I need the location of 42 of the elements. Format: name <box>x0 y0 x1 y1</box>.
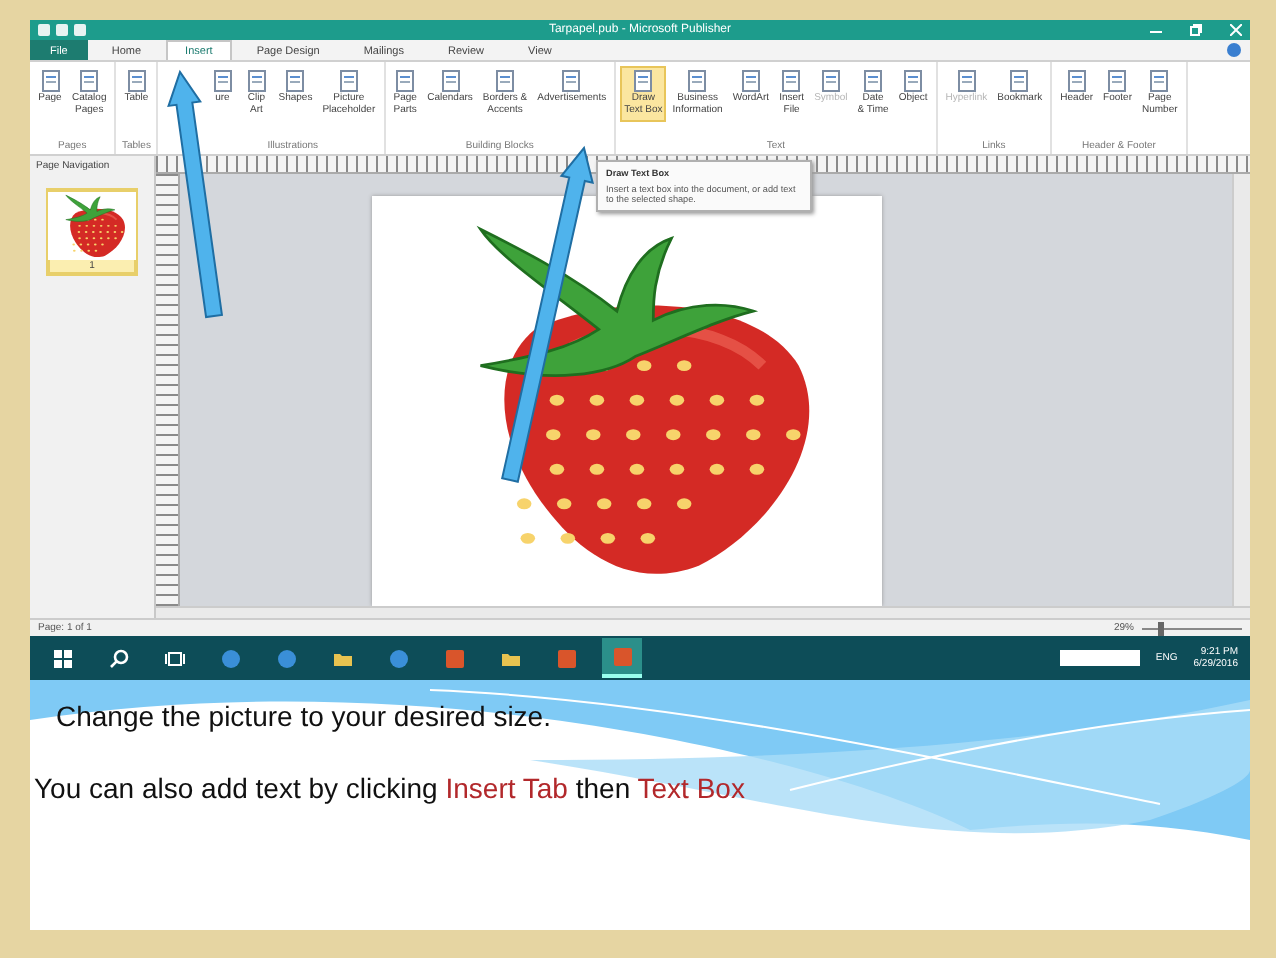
page-icon <box>245 70 268 92</box>
tile-icon <box>555 647 577 669</box>
page-icon <box>862 70 885 92</box>
page-icon <box>902 70 925 92</box>
browser-icon <box>387 647 409 669</box>
page-icon <box>494 70 517 92</box>
page-icon <box>211 70 234 92</box>
page-icon <box>125 70 148 92</box>
instruction-text: You can also add text by clicking Insert Tab then Text Box <box>34 772 747 804</box>
strawberry-drawing <box>65 194 125 257</box>
page-icon <box>439 70 461 92</box>
page-icon <box>955 70 978 92</box>
page-icon <box>394 70 417 92</box>
page-icon <box>39 70 61 92</box>
vertical-scrollbar[interactable] <box>1232 174 1250 606</box>
page-icon <box>632 70 655 92</box>
page-icon <box>739 70 762 92</box>
browser-icon <box>219 647 241 669</box>
search-icon <box>107 647 129 669</box>
page-icon <box>337 70 360 92</box>
page-icon <box>1008 70 1031 92</box>
tile-icon <box>611 645 633 667</box>
page-icon <box>560 70 583 92</box>
help-icon[interactable] <box>1226 42 1242 58</box>
page-icon <box>686 70 709 92</box>
close-icon[interactable] <box>1230 24 1242 36</box>
page-icon <box>1106 70 1129 92</box>
browser-icon <box>275 647 297 669</box>
page-icon <box>284 70 307 92</box>
horizontal-scrollbar[interactable] <box>156 606 1250 618</box>
page-icon <box>819 70 842 92</box>
page-icon <box>780 70 803 92</box>
slider-thumb[interactable] <box>1157 621 1163 635</box>
task-view-icon <box>163 647 185 669</box>
page-icon <box>78 70 101 92</box>
caption-text: Change the picture to your desired size. <box>56 700 553 732</box>
page-icon <box>1148 70 1171 92</box>
page-icon <box>1065 70 1088 92</box>
windows-icon <box>51 647 73 669</box>
tray-field[interactable] <box>1059 650 1140 666</box>
restore-icon[interactable] <box>1190 24 1202 36</box>
tile-icon <box>443 647 465 669</box>
